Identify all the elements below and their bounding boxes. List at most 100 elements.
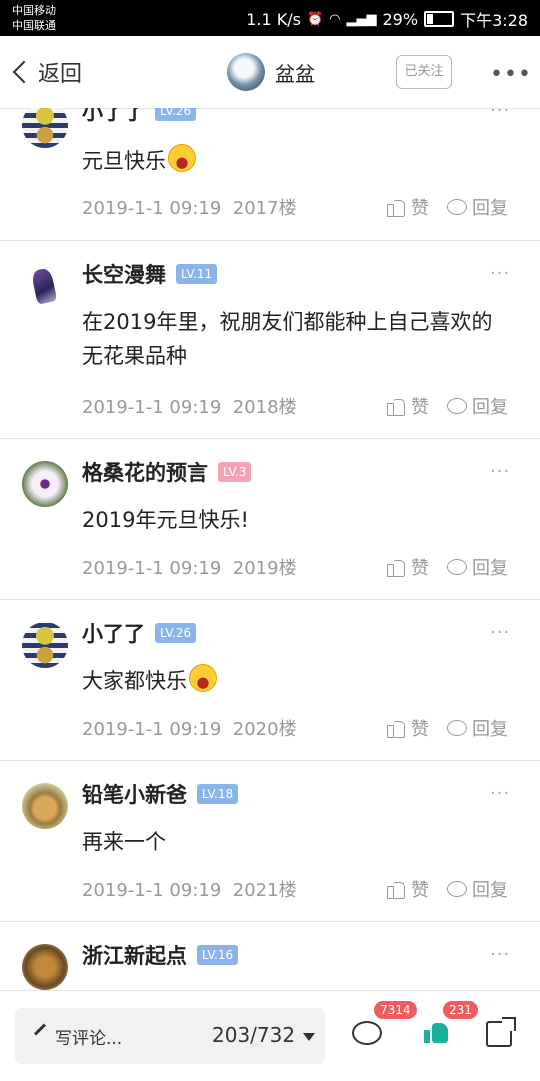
post-content: 大家都快乐 [82, 664, 512, 698]
level-badge: LV.18 [197, 784, 239, 804]
post-meta: 2019-1-1 09:19 2017楼 [82, 194, 297, 220]
reply-label[interactable]: 回复 [472, 194, 508, 220]
write-comment-box[interactable]: 写评论... 203/732 [15, 1008, 325, 1064]
post-more-icon[interactable]: ··· [490, 783, 510, 804]
avatar[interactable] [22, 263, 68, 309]
caret-down-icon[interactable] [303, 1033, 315, 1041]
reply-label[interactable]: 回复 [472, 876, 508, 902]
clock: 下午3:28 [460, 11, 528, 30]
username[interactable]: 小了了 [82, 108, 145, 126]
username[interactable]: 铅笔小新爸 [82, 779, 187, 809]
share-icon[interactable] [486, 1017, 516, 1047]
like-label[interactable]: 赞 [411, 554, 429, 580]
level-badge: LV.11 [176, 264, 218, 284]
list-item: 小了了 LV.26 ··· 元旦快乐 2019-1-1 09:19 2017楼 … [0, 108, 540, 241]
list-item: 长空漫舞 LV.11 ··· 在2019年里，祝朋友们都能种上自己喜欢的无花果品… [0, 241, 540, 439]
thumbs-up-filled-icon[interactable] [424, 1021, 448, 1043]
thumbs-up-icon[interactable] [387, 557, 405, 577]
avatar[interactable] [22, 622, 68, 668]
post-date: 2019-1-1 09:19 [82, 880, 222, 901]
level-badge: LV.3 [218, 462, 252, 482]
thumbs-up-icon[interactable] [387, 396, 405, 416]
post-content: 2019年元旦快乐! [82, 508, 249, 532]
post-more-icon[interactable]: ··· [490, 461, 510, 482]
post-more-icon[interactable]: ··· [490, 622, 510, 643]
avatar[interactable] [22, 108, 68, 148]
battery-percent: 29% [382, 9, 419, 29]
reply-list[interactable]: 小了了 LV.26 ··· 元旦快乐 2019-1-1 09:19 2017楼 … [0, 108, 540, 990]
status-bar: 中国移动 中国联通 1.1 K/s ⏰ ◠ ▂▄▆ 29% 下午3:28 [0, 0, 540, 36]
post-floor: 2021楼 [232, 880, 297, 901]
like-count-badge: 231 [443, 1001, 478, 1019]
username[interactable]: 格桑花的预言 [82, 457, 208, 487]
level-badge: LV.26 [155, 108, 197, 121]
page-count[interactable]: 203/732 [212, 1023, 295, 1047]
post-content: 元旦快乐 [82, 144, 512, 178]
comment-icon[interactable] [447, 199, 467, 215]
like-label[interactable]: 赞 [411, 393, 429, 419]
list-item: 小了了 LV.26 ··· 大家都快乐 2019-1-1 09:19 2020楼… [0, 600, 540, 761]
network-speed: 1.1 K/s [246, 9, 301, 29]
carrier-2: 中国联通 [12, 19, 56, 32]
username[interactable]: 长空漫舞 [82, 259, 166, 289]
like-label[interactable]: 赞 [411, 194, 429, 220]
post-more-icon[interactable]: ··· [490, 108, 510, 121]
top-nav-bar: 返回 盆盆 已关注 ••• [0, 36, 540, 109]
post-more-icon[interactable]: ··· [490, 263, 510, 284]
battery-icon [424, 11, 455, 27]
post-date: 2019-1-1 09:19 [82, 558, 222, 579]
post-meta: 2019-1-1 09:19 2021楼 [82, 876, 297, 902]
avatar[interactable] [22, 783, 68, 829]
list-item: 浙江新起点 LV.16 ··· [0, 922, 540, 990]
post-more-icon[interactable]: ··· [490, 944, 510, 965]
carrier-1: 中国移动 [12, 4, 56, 17]
chevron-left-icon [12, 60, 36, 84]
post-meta: 2019-1-1 09:19 2019楼 [82, 554, 297, 580]
comment-icon[interactable] [447, 559, 467, 575]
forum-avatar [227, 53, 265, 91]
laughing-emoji-icon [168, 144, 196, 172]
like-label[interactable]: 赞 [411, 715, 429, 741]
comment-icon[interactable] [447, 720, 467, 736]
page-title: 盆盆 [275, 61, 315, 86]
wifi-icon: ◠ [329, 11, 341, 27]
back-label: 返回 [38, 62, 83, 87]
back-button[interactable]: 返回 [10, 56, 82, 88]
pencil-icon [33, 1023, 47, 1036]
forum-header[interactable]: 盆盆 [227, 53, 315, 91]
avatar[interactable] [22, 461, 68, 507]
post-text: 大家都快乐 [82, 669, 187, 693]
post-floor: 2020楼 [232, 719, 297, 740]
thumbs-up-icon[interactable] [387, 718, 405, 738]
level-badge: LV.16 [197, 945, 239, 965]
more-options-icon[interactable]: ••• [490, 62, 532, 87]
post-date: 2019-1-1 09:19 [82, 397, 222, 418]
post-floor: 2018楼 [232, 397, 297, 418]
followed-button[interactable]: 已关注 [396, 55, 452, 89]
comment-icon[interactable] [447, 398, 467, 414]
username[interactable]: 小了了 [82, 618, 145, 648]
post-date: 2019-1-1 09:19 [82, 198, 222, 219]
reply-label[interactable]: 回复 [472, 715, 508, 741]
comment-icon[interactable] [447, 881, 467, 897]
thumbs-up-icon[interactable] [387, 879, 405, 899]
reply-label[interactable]: 回复 [472, 554, 508, 580]
comment-bubble-icon[interactable] [352, 1021, 382, 1045]
level-badge: LV.26 [155, 623, 197, 643]
laughing-emoji-icon [189, 664, 217, 692]
alarm-icon: ⏰ [306, 11, 324, 27]
username[interactable]: 浙江新起点 [82, 940, 187, 970]
thumbs-up-icon[interactable] [387, 197, 405, 217]
bottom-bar: 写评论... 203/732 7314 231 [0, 990, 540, 1081]
post-floor: 2019楼 [232, 558, 297, 579]
post-meta: 2019-1-1 09:19 2020楼 [82, 715, 297, 741]
like-label[interactable]: 赞 [411, 876, 429, 902]
list-item: 格桑花的预言 LV.3 ··· 2019年元旦快乐! 2019-1-1 09:1… [0, 439, 540, 600]
signal-icon: ▂▄▆ [346, 11, 377, 27]
list-item: 铅笔小新爸 LV.18 ··· 再来一个 2019-1-1 09:19 2021… [0, 761, 540, 922]
reply-label[interactable]: 回复 [472, 393, 508, 419]
write-comment-label: 写评论... [55, 1029, 123, 1049]
avatar[interactable] [22, 944, 68, 990]
carrier-info: 中国移动 中国联通 [12, 3, 56, 33]
comment-count-badge: 7314 [374, 1001, 417, 1019]
